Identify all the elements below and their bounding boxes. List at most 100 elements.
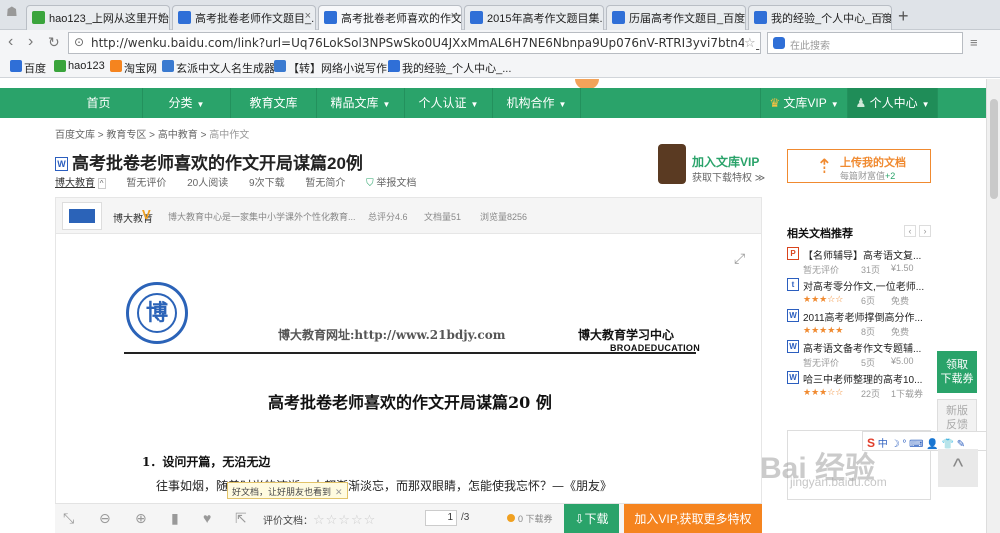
nav-personal-center[interactable]: ♟ 个人中心 ▼ [848,88,938,118]
paragraph: 往事如烟，随着时光的流逝，大都渐渐淡忘，而那双眼睛，怎能使我忘怀？—《朋友》 [156,479,613,493]
reload-button[interactable]: ↻ [48,34,60,51]
new-tab-button[interactable]: + [898,6,909,27]
search-input[interactable]: 在此搜索 [767,32,963,54]
report-link[interactable]: ⛉ 举报文档 [366,178,416,189]
close-tab-icon[interactable]: × [593,10,599,22]
scrollbar-thumb[interactable] [990,99,998,199]
taobao-icon [110,60,122,72]
rating-text: 暂无评价 [126,178,167,189]
bookmark-name-generator[interactable]: 玄派中文人名生成器... [162,60,284,76]
page-scrollbar[interactable] [986,79,1000,533]
list-item[interactable]: P 【名师辅导】高考语文复... 暂无评价 31页 ¥1.50 [787,247,931,281]
baidu-paw-favicon-icon [178,11,191,24]
author-doc-count: 文档量51 [424,212,462,222]
bookmark-my-experience[interactable]: 我的经验_个人中心_... [388,60,511,76]
back-button[interactable]: ‹ [8,33,13,51]
back-to-top-button[interactable]: ^ [938,449,978,487]
close-tab-icon[interactable]: × [881,10,887,22]
list-item[interactable]: t 对高考零分作文,一位老师... ★★★☆☆ 6页 免费 [787,278,931,312]
publisher-link[interactable]: 博大教育 [55,178,95,189]
tab-hao123[interactable]: hao123_上网从这里开始 × [26,5,170,30]
nav-library-vip[interactable]: ♛ 文库VIP ▼ [760,88,848,118]
broad-education-seal: 博 [126,282,188,344]
chevron-down-icon: ▼ [382,100,391,109]
page-favicon-icon [274,60,286,72]
bookmark-taobao[interactable]: 淘宝网 [110,60,157,76]
page-title: W 高考批卷老师喜欢的作文开局谋篇20例 [55,149,363,174]
close-tab-icon[interactable]: × [451,10,457,22]
coupon-icon [507,514,515,522]
share-icon[interactable]: ⇱ [235,510,247,527]
bookmark-star-icon[interactable]: ☆ [744,35,756,51]
tab-essay-topics[interactable]: 高考批卷老师作文题目_... × [172,5,316,30]
bookmark-novel-writing[interactable]: 【转】网络小说写作... [274,60,396,76]
baidu-paw-icon [388,60,400,72]
shield-icon: ⛉ [366,178,374,189]
breadcrumb-wenku[interactable]: 百度文库 [55,130,95,141]
nav-education-library[interactable]: 教育文库 [231,88,317,118]
heart-icon[interactable]: ♥ [203,510,211,526]
bookmark-icon[interactable]: ▮ [171,510,179,527]
forward-button[interactable]: › [28,33,33,51]
word-doc-icon: W [55,157,68,171]
menu-icon[interactable]: ≡ [970,35,978,50]
author-view-count: 浏览量8256 [480,212,528,222]
list-item[interactable]: W 2011高考老师撑倒高分作... ★★★★★ 8页 免费 [787,309,931,343]
crown-icon: ♛ [769,96,781,110]
page-total: /3 [461,512,470,523]
next-icon[interactable]: › [919,225,931,237]
close-tab-icon[interactable]: × [735,10,741,22]
word-doc-icon: W [787,371,799,384]
download-button[interactable]: ⇩下载 [564,504,619,533]
get-coupon-button[interactable]: 领取 下载券 [937,351,977,393]
site-nav: 首页 分类 ▼ 教育文库 精品文库 ▼ 个人认证 ▼ 机构合作 ▼ ♛ 文库VIP ▼ ♟… [0,88,986,118]
page-viewport: 首页 分类 ▼ 教育文库 精品文库 ▼ 个人认证 ▼ 机构合作 ▼ ♛ 文库VIP ▼ ♟… [0,79,986,533]
expand-icon[interactable]: ^ [97,178,106,189]
baidu-paw-favicon-icon [470,11,483,24]
tab-2015-topics[interactable]: 2015年高考作文题目集... × [464,5,604,30]
close-tab-icon[interactable]: × [305,10,311,22]
tab-my-experience[interactable]: 我的经验_个人中心_百度... × [748,5,892,30]
browser-toolbar: ‹ › ↻ ⊙ http://wenku.baidu.com/link?url=… [0,30,1000,56]
zoom-in-icon[interactable]: ⊕ [135,510,147,527]
join-vip-promo[interactable]: 加入文库VIP 获取下载特权 ≫ [658,144,778,189]
list-item[interactable]: W 哈三中老师整理的高考10... ★★★☆☆ 22页 1下载券 [787,371,931,405]
reader-toolbar: ⤡ ⊖ ⊕ ▮ ♥ ⇱ 评价文档：☆☆☆☆☆ 1 /3 0 下载券 ⇩下载 加入… [55,503,762,533]
tab-current-doc[interactable]: 高考批卷老师喜欢的作文... × [318,5,462,30]
zoom-out-icon[interactable]: ⊖ [99,510,111,527]
list-item[interactable]: W 高考语文备考作文专题辅... 暂无评价 5页 ¥5.00 [787,340,931,374]
nav-personal-cert[interactable]: 个人认证 ▼ [405,88,493,118]
browser-logo-icon: ☗ [6,4,18,19]
ime-toolbar[interactable]: S 中 ☽ ° ⌨ 👤 👕 ✎ [862,431,986,451]
nav-home[interactable]: 首页 [55,88,143,118]
address-bar[interactable]: ⊙ http://wenku.baidu.com/link?url=Uq76Lo… [68,32,761,54]
close-icon[interactable]: ✕ [335,487,343,497]
publisher-logo[interactable] [62,202,102,230]
page-icon: ⊙ [74,35,85,49]
prev-icon[interactable]: ‹ [904,225,916,237]
word-doc-icon: W [787,340,799,353]
page-number-input[interactable]: 1 [425,510,457,526]
close-tab-icon[interactable]: × [159,10,165,22]
join-vip-button[interactable]: 加入VIP,获取更多特权 [624,504,762,533]
breadcrumb-essay: 高中作文 [209,130,250,141]
user-icon: ♟ [855,96,867,110]
section-heading: 1．设问开篇，无沿无边 [142,455,271,469]
bookmark-baidu[interactable]: 百度 [10,60,46,76]
share-tooltip: 好文档，让好朋友也看到 ✕ [227,482,348,499]
upload-document-button[interactable]: ⇡ 上传我的文档 每篇财富值+2 [787,149,931,183]
center-name: 博大教育学习中心 [578,328,675,342]
fullscreen-icon[interactable]: ⤡ [63,510,74,527]
nav-category[interactable]: 分类 ▼ [143,88,231,118]
breadcrumb-high-school[interactable]: 高中教育 [158,130,198,141]
rate-document: 评价文档：☆☆☆☆☆ [263,512,377,527]
bookmark-hao123[interactable]: hao123 [54,60,105,72]
fullscreen-icon[interactable]: ⤢ [734,250,745,267]
tab-past-topics[interactable]: 历届高考作文题目_百度... × [606,5,746,30]
rating-stars[interactable]: ☆☆☆☆☆ [313,512,376,527]
breadcrumb-education[interactable]: 教育专区 [106,130,146,141]
nav-org-cooperation[interactable]: 机构合作 ▼ [493,88,581,118]
nav-premium-library[interactable]: 精品文库 ▼ [317,88,405,118]
feedback-button[interactable]: 新版 反馈 [937,399,977,435]
hao123-favicon-icon [32,11,45,24]
